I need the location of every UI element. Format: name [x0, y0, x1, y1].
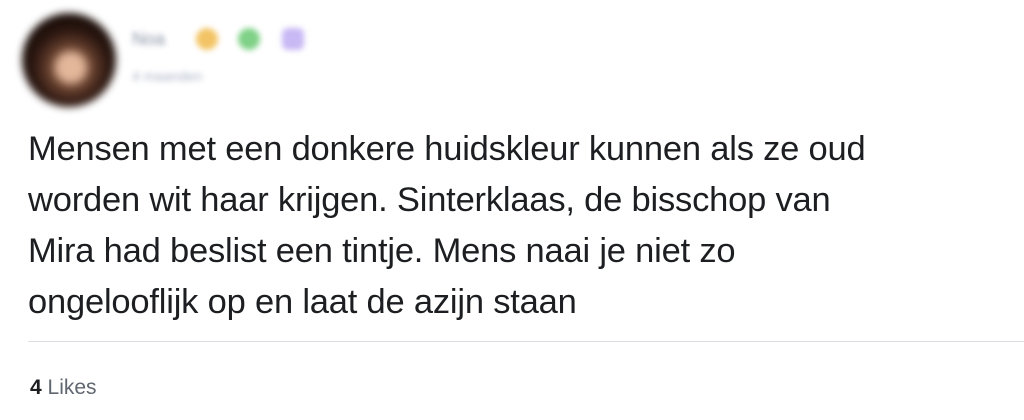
- post-text-line: Mensen met een donkere huidskleur kunnen…: [28, 130, 866, 168]
- likes-count: 4: [30, 376, 42, 399]
- post-card: Noa 4 maanden Mensen met een donkere hui…: [0, 0, 1024, 420]
- post-text-line: ongelooflijk op en laat de azijn staan: [28, 283, 577, 321]
- post-timestamp: 4 maanden: [132, 68, 203, 84]
- square-badge-icon: [282, 28, 304, 50]
- likes-label: Likes: [47, 376, 97, 399]
- likes-link[interactable]: 4 Likes: [30, 374, 97, 402]
- post-text-line: worden wit haar krijgen. Sinterklaas, de…: [28, 181, 831, 219]
- plus-badge-icon: [238, 28, 260, 50]
- divider: [28, 341, 1024, 342]
- post-text: Mensen met een donkere huidskleur kunnen…: [28, 124, 1003, 328]
- star-badge-icon: [196, 28, 218, 50]
- author-name[interactable]: Noa: [132, 27, 178, 51]
- post-text-line: Mira had beslist een tintje. Mens naai j…: [28, 232, 736, 270]
- avatar[interactable]: [22, 13, 116, 107]
